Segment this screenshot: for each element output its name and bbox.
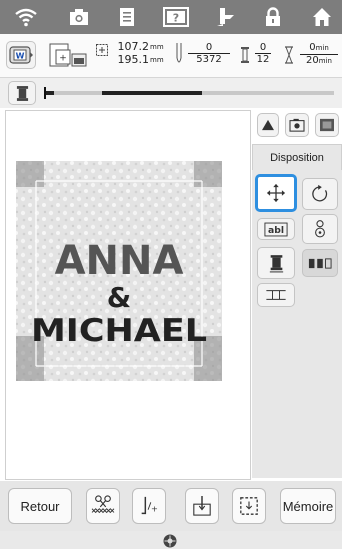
center-points-icon	[315, 220, 325, 238]
stitch-total: 5372	[196, 54, 222, 65]
svg-text:abl: abl	[268, 225, 284, 236]
stitch-count: 0 5372	[188, 42, 230, 65]
time-unit: min	[318, 57, 332, 65]
trial-frame-icon	[240, 497, 258, 515]
time-count: 0min 20min	[300, 42, 338, 67]
thread-color-button[interactable]	[8, 81, 36, 105]
scan-frame-icon	[320, 118, 334, 132]
needle-position-button[interactable]	[185, 488, 219, 524]
color-total: 12	[256, 54, 270, 65]
scissors-icon	[91, 495, 115, 514]
lock-icon[interactable]	[261, 5, 285, 29]
hourglass-icon	[284, 46, 294, 64]
thread-color-edit-button[interactable]	[257, 247, 295, 279]
back-button[interactable]: Retour	[8, 488, 72, 524]
design-height: 195.1	[117, 53, 150, 66]
hoop-size-icon: +	[48, 42, 90, 70]
color-sort-button[interactable]	[302, 249, 338, 277]
design-text-ampersand: &	[107, 281, 131, 314]
move-button[interactable]	[255, 174, 297, 212]
camera-icon[interactable]	[67, 5, 91, 29]
progress-segment	[102, 91, 202, 95]
needle-down-icon	[193, 496, 211, 516]
font-edit-button[interactable]: abl	[257, 218, 295, 240]
design-width: 107.2	[117, 40, 150, 53]
move-arrows-icon	[266, 183, 286, 203]
needle-icon	[174, 42, 184, 68]
status-bar: ?	[0, 0, 342, 34]
embroidery-preview: ANNA & MICHAEL	[5, 110, 251, 480]
svg-text:?: ?	[173, 12, 179, 25]
thread-spool-icon	[16, 85, 28, 101]
thread-spool-icon	[269, 254, 283, 272]
svg-text:W: W	[16, 52, 25, 61]
settings-icon[interactable]	[163, 533, 177, 548]
size-icon	[95, 42, 109, 56]
document-icon[interactable]	[115, 5, 139, 29]
wifi-icon[interactable]	[14, 5, 38, 29]
border-button[interactable]	[257, 283, 295, 307]
rotate-button[interactable]	[302, 178, 338, 210]
background-scan-button[interactable]	[315, 113, 339, 137]
memory-button[interactable]: Mémoire	[280, 488, 336, 524]
home-icon[interactable]	[310, 5, 334, 29]
progress-handle[interactable]	[44, 87, 46, 99]
stitch-current: 0	[188, 42, 230, 54]
design-text-line3: MICHAEL	[31, 313, 207, 349]
color-count: 0 12	[255, 42, 271, 65]
trial-button[interactable]	[232, 488, 266, 524]
text-edit-icon: abl	[264, 222, 288, 236]
svg-text:+: +	[151, 504, 158, 514]
design-height-unit: mm	[150, 56, 164, 64]
design-text-line1: ANNA	[55, 238, 184, 284]
thread-tension-button[interactable]: +	[132, 488, 166, 524]
design-width-unit: mm	[150, 43, 164, 51]
help-icon[interactable]: ?	[162, 5, 190, 29]
thread-icon[interactable]	[213, 5, 237, 29]
edit-mode-button[interactable]	[257, 113, 279, 137]
embroidery-frame-icon: W	[9, 46, 33, 64]
time-total: 20	[306, 55, 319, 66]
thread-sort-icon	[308, 257, 332, 269]
embroidery-frame-button[interactable]: W	[6, 41, 36, 69]
edit-panel: Disposition abl	[252, 110, 342, 478]
triangle-icon	[262, 119, 274, 131]
info-bar: W + 107.2 mm 195.1 mm 0 5372 0 12 0min 2…	[0, 34, 342, 78]
tension-icon: +	[141, 496, 158, 515]
camera-view-button[interactable]	[285, 113, 309, 137]
svg-text:+: +	[59, 54, 67, 64]
footer-bar	[0, 531, 342, 549]
border-repeat-icon	[266, 290, 286, 300]
design-preview[interactable]: ANNA & MICHAEL	[6, 111, 250, 479]
rotate-icon	[312, 184, 328, 202]
stitch-progress-bar	[0, 78, 342, 108]
center-point-button[interactable]	[302, 214, 338, 244]
color-current: 0	[255, 42, 271, 54]
thread-spool-icon	[240, 46, 250, 64]
scan-camera-icon	[289, 118, 305, 132]
time-unit: min	[315, 44, 329, 52]
thread-trim-button[interactable]	[86, 488, 120, 524]
tab-disposition[interactable]: Disposition	[252, 144, 342, 170]
